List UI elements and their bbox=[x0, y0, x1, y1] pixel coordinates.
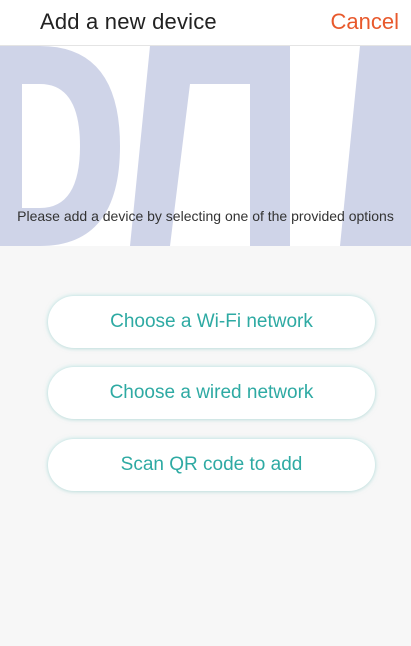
header-divider bbox=[0, 45, 411, 46]
add-device-screen: Add a new device Cancel Please add a dev… bbox=[0, 0, 411, 646]
page-title: Add a new device bbox=[40, 9, 217, 34]
instructions-text: Please add a device by selecting one of … bbox=[17, 208, 394, 224]
choose-wifi-network-button[interactable]: Choose a Wi-Fi network bbox=[48, 296, 375, 348]
choose-wired-network-button[interactable]: Choose a wired network bbox=[48, 367, 375, 419]
scan-qr-code-button[interactable]: Scan QR code to add bbox=[48, 439, 375, 491]
header-bar: Add a new device Cancel bbox=[0, 0, 411, 46]
cancel-button[interactable]: Cancel bbox=[331, 9, 399, 35]
